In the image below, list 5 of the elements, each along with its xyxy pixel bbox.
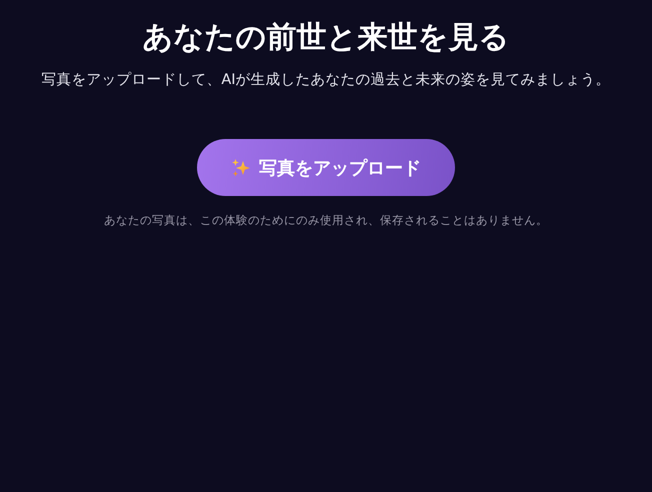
- subtitle: 写真をアップロードして、AIが生成したあなたの過去と未来の姿を見てみましょう。: [41, 70, 611, 90]
- page-title: あなたの前世と来世を見る: [142, 19, 510, 57]
- upload-button[interactable]: 写真をアップロード: [197, 139, 455, 196]
- sparkles-icon: [231, 158, 251, 178]
- privacy-note: あなたの写真は、この体験のためにのみ使用され、保存されることはありません。: [104, 212, 548, 228]
